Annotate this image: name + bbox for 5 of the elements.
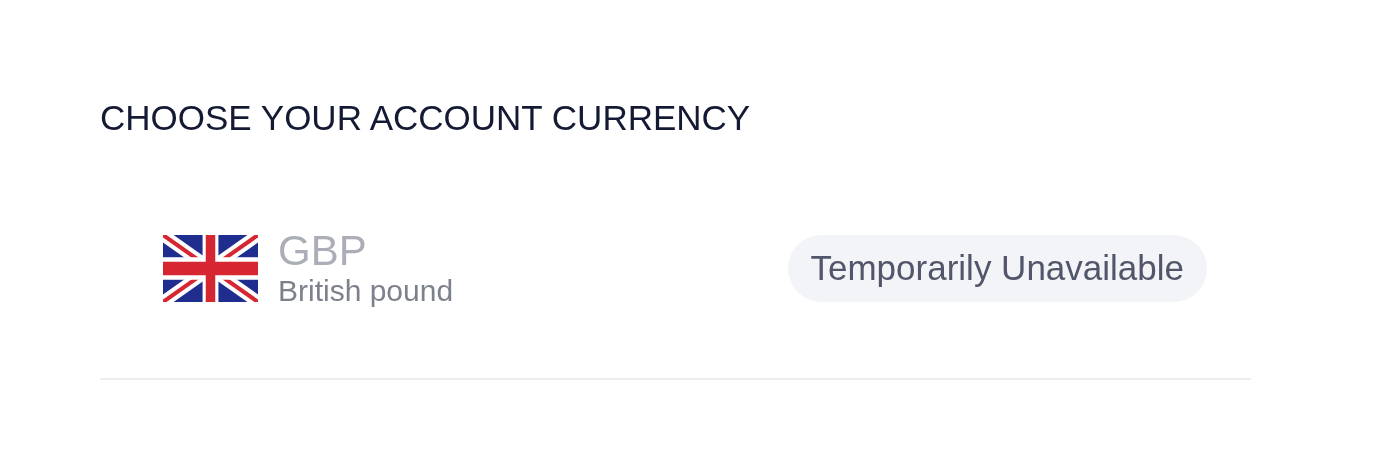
currency-name: British pound — [278, 274, 454, 308]
status-badge: Temporarily Unavailable — [787, 234, 1207, 302]
flag-icon — [163, 234, 258, 302]
currency-code: GBP — [278, 228, 368, 274]
section-heading: CHOOSE YOUR ACCOUNT CURRENCY — [100, 97, 751, 139]
